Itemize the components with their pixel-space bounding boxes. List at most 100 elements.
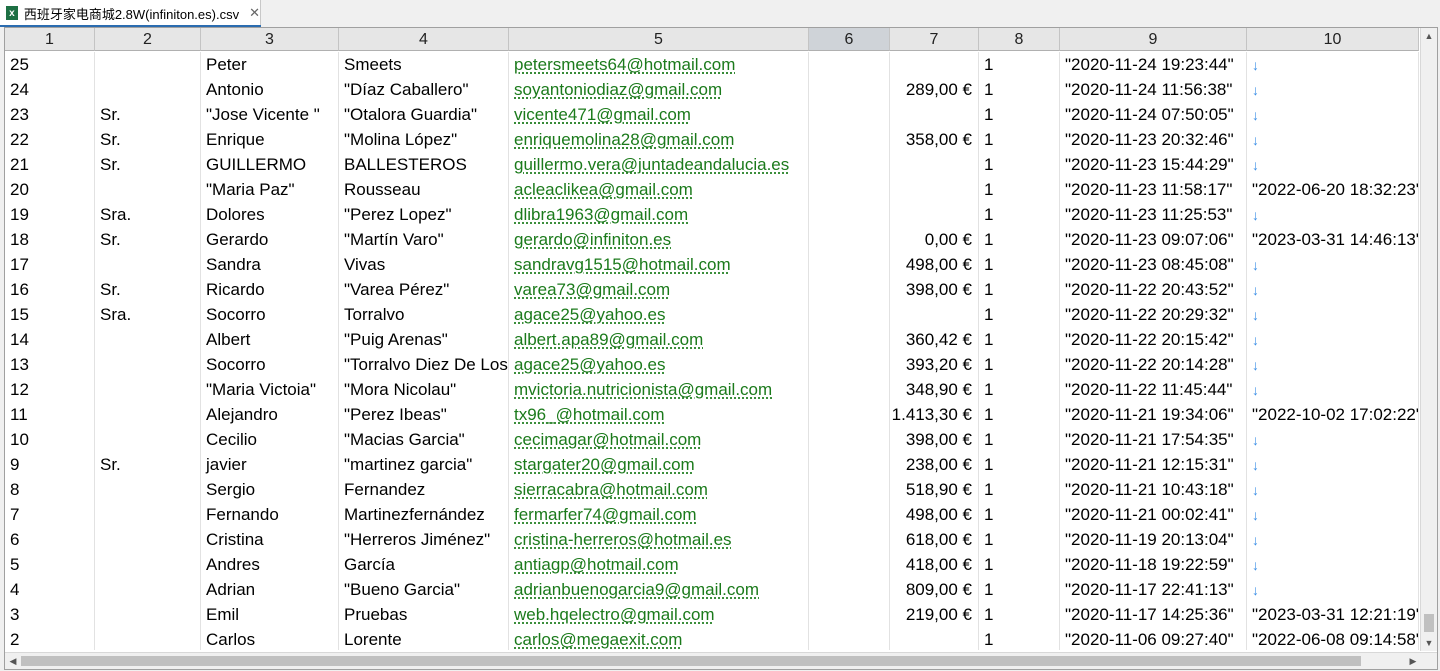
email-link[interactable]: varea73@gmail.com <box>514 280 670 299</box>
cell-col-2[interactable] <box>95 377 201 402</box>
cell-col-4[interactable]: "Bueno Garcia" <box>339 577 509 602</box>
cell-col-1[interactable]: 8 <box>5 477 95 502</box>
cell-col-2[interactable]: Sra. <box>95 202 201 227</box>
cell-col-5[interactable]: soyantoniodiaz@gmail.com <box>509 77 809 102</box>
cell-col-6[interactable] <box>809 602 890 627</box>
cell-col-1[interactable]: 18 <box>5 227 95 252</box>
cell-col-6[interactable] <box>809 477 890 502</box>
cell-col-5[interactable]: carlos@megaexit.com <box>509 627 809 650</box>
cell-col-8[interactable]: 1 <box>979 252 1060 277</box>
csv-grid[interactable]: 1 2 3 4 5 6 7 8 9 10 25 Peter Smeets petersmeets64@h… <box>4 27 1438 670</box>
cell-col-10[interactable]: "2022-06-08 09:14:58" <box>1247 627 1419 650</box>
cell-col-8[interactable]: 1 <box>979 202 1060 227</box>
cell-col-2[interactable]: Sr. <box>95 277 201 302</box>
cell-col-3[interactable]: Sergio <box>201 477 339 502</box>
cell-col-10[interactable]: ↓ <box>1247 202 1419 227</box>
cell-col-9[interactable]: "2020-11-22 20:14:28" <box>1060 352 1247 377</box>
cell-col-4[interactable]: Pruebas <box>339 602 509 627</box>
cell-col-5[interactable]: stargater20@gmail.com <box>509 452 809 477</box>
cell-col-8[interactable]: 1 <box>979 177 1060 202</box>
cell-col-1[interactable]: 2 <box>5 627 95 650</box>
cell-col-3[interactable]: Enrique <box>201 127 339 152</box>
table-row[interactable]: 15 Sra. Socorro Torralvo agace25@yahoo.es 1 "2… <box>5 302 1419 327</box>
cell-col-9[interactable]: "2020-11-23 11:58:17" <box>1060 177 1247 202</box>
cell-col-1[interactable]: 20 <box>5 177 95 202</box>
cell-col-3[interactable]: "Maria Victoia" <box>201 377 339 402</box>
cell-col-9[interactable]: "2020-11-23 15:44:29" <box>1060 152 1247 177</box>
cell-col-3[interactable]: Antonio <box>201 77 339 102</box>
table-row[interactable]: 17 Sandra Vivas sandravg1515@hotmail.com 498… <box>5 252 1419 277</box>
cell-col-2[interactable] <box>95 577 201 602</box>
cell-col-10[interactable]: ↓ <box>1247 527 1419 552</box>
cell-col-3[interactable]: Carlos <box>201 627 339 650</box>
cell-col-1[interactable]: 14 <box>5 327 95 352</box>
cell-col-10[interactable]: "2023-03-31 14:46:13" <box>1247 227 1419 252</box>
email-link[interactable]: guillermo.vera@juntadeandalucia.es <box>514 155 789 174</box>
cell-col-8[interactable]: 1 <box>979 227 1060 252</box>
cell-col-7[interactable]: 418,00 € <box>890 552 979 577</box>
cell-col-4[interactable]: García <box>339 552 509 577</box>
cell-col-2[interactable] <box>95 77 201 102</box>
cell-col-6[interactable] <box>809 552 890 577</box>
cell-col-8[interactable]: 1 <box>979 402 1060 427</box>
cell-col-2[interactable] <box>95 177 201 202</box>
email-link[interactable]: agace25@yahoo.es <box>514 355 665 374</box>
table-row[interactable]: 3 Emil Pruebas web.hqelectro@gmail.com 219,0… <box>5 602 1419 627</box>
cell-col-9[interactable]: "2020-11-24 11:56:38" <box>1060 77 1247 102</box>
cell-col-5[interactable]: sierracabra@hotmail.com <box>509 477 809 502</box>
cell-col-2[interactable] <box>95 352 201 377</box>
cell-col-10[interactable]: ↓ <box>1247 302 1419 327</box>
cell-col-3[interactable]: Adrian <box>201 577 339 602</box>
table-row[interactable]: 2 Carlos Lorente carlos@megaexit.com 1 "2020-… <box>5 627 1419 650</box>
cell-col-10[interactable]: ↓ <box>1247 77 1419 102</box>
cell-col-3[interactable]: javier <box>201 452 339 477</box>
cell-col-8[interactable]: 1 <box>979 102 1060 127</box>
horizontal-scroll-thumb[interactable] <box>21 656 1361 666</box>
cell-col-1[interactable]: 3 <box>5 602 95 627</box>
cell-col-5[interactable]: petersmeets64@hotmail.com <box>509 52 809 77</box>
cell-col-4[interactable]: Lorente <box>339 627 509 650</box>
column-header-1[interactable]: 1 <box>5 28 95 51</box>
table-row[interactable]: 13 Socorro "Torralvo Diez De Los agace25@ya… <box>5 352 1419 377</box>
cell-col-5[interactable]: adrianbuenogarcia9@gmail.com <box>509 577 809 602</box>
cell-col-1[interactable]: 22 <box>5 127 95 152</box>
cell-col-1[interactable]: 23 <box>5 102 95 127</box>
cell-col-8[interactable]: 1 <box>979 327 1060 352</box>
cell-col-10[interactable]: ↓ <box>1247 552 1419 577</box>
email-link[interactable]: adrianbuenogarcia9@gmail.com <box>514 580 759 599</box>
cell-col-6[interactable] <box>809 177 890 202</box>
cell-col-8[interactable]: 1 <box>979 352 1060 377</box>
cell-col-4[interactable]: "Herreros Jiménez" <box>339 527 509 552</box>
table-row[interactable]: 21 Sr. GUILLERMO BALLESTEROS guillermo.vera@… <box>5 152 1419 177</box>
email-link[interactable]: tx96_@hotmail.com <box>514 405 665 424</box>
cell-col-3[interactable]: Peter <box>201 52 339 77</box>
cell-col-6[interactable] <box>809 452 890 477</box>
cell-col-6[interactable] <box>809 302 890 327</box>
cell-col-9[interactable]: "2020-11-21 10:43:18" <box>1060 477 1247 502</box>
cell-col-5[interactable]: web.hqelectro@gmail.com <box>509 602 809 627</box>
cell-col-1[interactable]: 21 <box>5 152 95 177</box>
table-row[interactable]: 10 Cecilio "Macias Garcia" cecimagar@hotmai… <box>5 427 1419 452</box>
cell-col-2[interactable] <box>95 477 201 502</box>
cell-col-6[interactable] <box>809 127 890 152</box>
cell-col-2[interactable] <box>95 327 201 352</box>
cell-col-3[interactable]: GUILLERMO <box>201 152 339 177</box>
cell-col-1[interactable]: 25 <box>5 52 95 77</box>
cell-col-6[interactable] <box>809 252 890 277</box>
cell-col-8[interactable]: 1 <box>979 552 1060 577</box>
cell-col-1[interactable]: 10 <box>5 427 95 452</box>
cell-col-5[interactable]: mvictoria.nutricionista@gmail.com <box>509 377 809 402</box>
table-row[interactable]: 23 Sr. "Jose Vicente " "Otalora Guardia" vic… <box>5 102 1419 127</box>
cell-col-9[interactable]: "2020-11-06 09:27:40" <box>1060 627 1247 650</box>
cell-col-6[interactable] <box>809 152 890 177</box>
cell-col-4[interactable]: "Perez Lopez" <box>339 202 509 227</box>
column-header-9[interactable]: 9 <box>1060 28 1247 51</box>
cell-col-1[interactable]: 4 <box>5 577 95 602</box>
cell-col-2[interactable] <box>95 52 201 77</box>
cell-col-3[interactable]: Cristina <box>201 527 339 552</box>
table-row[interactable]: 9 Sr. javier "martinez garcia" stargater20@g… <box>5 452 1419 477</box>
cell-col-9[interactable]: "2020-11-23 20:32:46" <box>1060 127 1247 152</box>
cell-col-10[interactable]: ↓ <box>1247 577 1419 602</box>
scroll-up-icon[interactable]: ▲ <box>1421 29 1437 43</box>
cell-col-8[interactable]: 1 <box>979 277 1060 302</box>
